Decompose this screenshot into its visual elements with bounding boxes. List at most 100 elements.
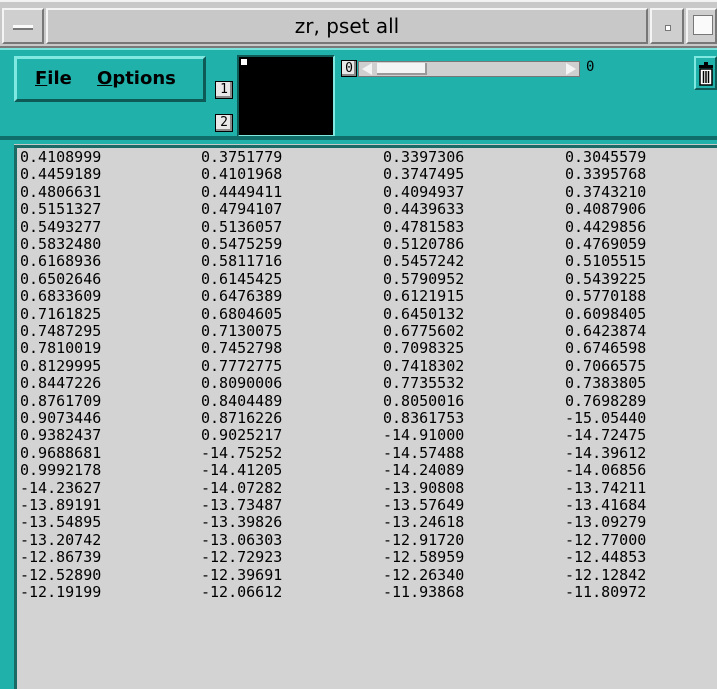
table-cell: 0.5457242 xyxy=(383,252,465,271)
table-cell: 0.4429856 xyxy=(565,217,647,236)
table-cell: 0.8447226 xyxy=(20,374,102,393)
table-cell: 0.8404489 xyxy=(201,391,283,410)
table-row: -12.19199 -12.06612 -11.93868 -11.80972 xyxy=(17,584,717,602)
table-cell: -11.93868 xyxy=(383,583,465,601)
table-cell: 0.8761709 xyxy=(20,391,102,410)
menu-file[interactable]: File xyxy=(35,68,72,89)
table-cell: 0.5136057 xyxy=(201,217,283,236)
table-row: -13.20742 -13.06303 -12.91720 -12.77000 xyxy=(17,530,717,550)
table-row: 0.6168936 0.5811716 0.5457242 0.5105515 xyxy=(17,253,717,271)
table-cell: 0.3743210 xyxy=(565,182,647,201)
frame-slider[interactable] xyxy=(358,61,580,77)
table-cell: 0.4459189 xyxy=(20,165,102,184)
table-cell: 0.7130075 xyxy=(201,322,283,340)
table-row: 0.5151327 0.4794107 0.4439633 0.4087906 xyxy=(17,201,717,219)
file-mnemonic: F xyxy=(35,68,48,89)
table-cell: -15.05440 xyxy=(565,409,647,427)
table-cell: 0.8716226 xyxy=(201,409,283,427)
table-cell: 0.8090006 xyxy=(201,374,283,393)
table-cell: 0.5475259 xyxy=(201,235,283,253)
options-label-rest: ptions xyxy=(112,68,176,89)
maximize-button[interactable] xyxy=(686,8,717,44)
table-cell: -12.39691 xyxy=(201,565,283,584)
trash-button[interactable] xyxy=(694,56,717,90)
slider-max-label: 0 xyxy=(586,59,595,75)
table-cell: 0.4087906 xyxy=(565,200,647,219)
table-cell: -13.41684 xyxy=(565,496,647,514)
table-cell: -13.74211 xyxy=(565,478,647,497)
table-cell: -13.06303 xyxy=(201,530,283,549)
table-cell: 0.6450132 xyxy=(383,304,465,323)
table-row: -13.54895 -13.39826 -13.24618 -13.09279 xyxy=(17,514,717,532)
table-cell: 0.6775602 xyxy=(383,322,465,340)
table-cell: -14.72475 xyxy=(565,426,647,445)
table-cell: 0.4108999 xyxy=(20,148,102,166)
color-preview xyxy=(237,55,335,137)
table-row: 0.8761709 0.8404489 0.8050016 0.7698289 xyxy=(17,391,717,411)
menu-options[interactable]: Options xyxy=(97,68,176,89)
channel-1-button[interactable]: 1 xyxy=(215,81,233,99)
table-cell: 0.5151327 xyxy=(20,200,102,219)
table-cell: 0.5811716 xyxy=(201,252,283,271)
table-cell: 0.4439633 xyxy=(383,200,465,219)
table-cell: -13.90808 xyxy=(383,478,465,497)
slider-thumb[interactable] xyxy=(377,63,427,75)
table-cell: 0.6476389 xyxy=(201,287,283,306)
table-row: -12.86739 -12.72923 -12.58959 -12.44853 xyxy=(17,549,717,567)
table-cell: 0.6804605 xyxy=(201,304,283,323)
table-cell: 0.4781583 xyxy=(383,217,465,236)
slider-value-box[interactable]: 0 xyxy=(341,60,357,77)
minimize-icon xyxy=(665,25,671,31)
table-cell: -13.09279 xyxy=(565,513,647,532)
window-menu-button[interactable] xyxy=(2,8,44,44)
data-table[interactable]: 0.4108999 0.3751779 0.3397306 0.3045579 0.44… xyxy=(14,145,717,689)
table-cell: 0.9992178 xyxy=(20,461,102,480)
table-cell: 0.6423874 xyxy=(565,322,647,340)
table-cell: -13.89191 xyxy=(20,496,102,514)
table-row: -14.23627 -14.07282 -13.90808 -13.74211 xyxy=(17,478,717,498)
table-cell: 0.9382437 xyxy=(20,426,102,445)
slider-left-arrow-icon[interactable] xyxy=(362,63,372,75)
table-row: 0.6833609 0.6476389 0.6121915 0.5770188 xyxy=(17,288,717,306)
table-cell: 0.6502646 xyxy=(20,269,102,288)
table-row: 0.7810019 0.7452798 0.7098325 0.6746598 xyxy=(17,340,717,358)
table-cell: -12.12842 xyxy=(565,565,647,584)
app-window: zr, pset all File Options 1 2 0 0 0.4108… xyxy=(0,0,717,689)
table-cell: -13.24618 xyxy=(383,513,465,532)
table-cell: 0.3045579 xyxy=(565,148,647,166)
table-cell: 0.3751779 xyxy=(201,148,283,166)
channel-2-button[interactable]: 2 xyxy=(215,114,233,132)
table-cell: -12.77000 xyxy=(565,530,647,549)
table-row: 0.6502646 0.6145425 0.5790952 0.5439225 xyxy=(17,269,717,289)
table-cell: -14.06856 xyxy=(565,461,647,480)
table-cell: -12.44853 xyxy=(565,548,647,567)
table-cell: 0.3397306 xyxy=(383,148,465,166)
table-row: 0.5493277 0.5136057 0.4781583 0.4429856 xyxy=(17,217,717,237)
options-mnemonic: O xyxy=(97,68,113,89)
table-cell: 0.5832480 xyxy=(20,235,102,253)
table-row: 0.7487295 0.7130075 0.6775602 0.6423874 xyxy=(17,323,717,341)
table-cell: 0.7383805 xyxy=(565,374,647,393)
table-cell: 0.5439225 xyxy=(565,269,647,288)
table-cell: -14.24089 xyxy=(383,461,465,480)
toolbar-divider xyxy=(0,136,717,140)
table-row: 0.8129995 0.7772775 0.7418302 0.7066575 xyxy=(17,357,717,376)
table-cell: -14.57488 xyxy=(383,443,465,462)
table-cell: -14.23627 xyxy=(20,478,102,497)
preview-corner-marker xyxy=(241,59,247,65)
table-row: -13.89191 -13.73487 -13.57649 -13.41684 xyxy=(17,497,717,515)
table-cell: 0.4449411 xyxy=(201,182,283,201)
table-row: -12.52890 -12.39691 -12.26340 -12.12842 xyxy=(17,565,717,585)
window-title[interactable]: zr, pset all xyxy=(46,8,648,44)
title-bar: zr, pset all xyxy=(0,0,717,48)
table-cell: 0.3747495 xyxy=(383,165,465,184)
table-cell: -13.54895 xyxy=(20,513,102,532)
table-cell: 0.9073446 xyxy=(20,409,102,427)
window-menu-icon xyxy=(13,25,33,30)
toolbar: File Options 1 2 0 0 xyxy=(0,48,717,144)
minimize-button[interactable] xyxy=(650,8,684,44)
table-cell: -11.80972 xyxy=(565,583,647,601)
slider-right-arrow-icon[interactable] xyxy=(566,63,576,75)
table-cell: 0.5105515 xyxy=(565,252,647,271)
table-cell: -14.75252 xyxy=(201,443,283,462)
